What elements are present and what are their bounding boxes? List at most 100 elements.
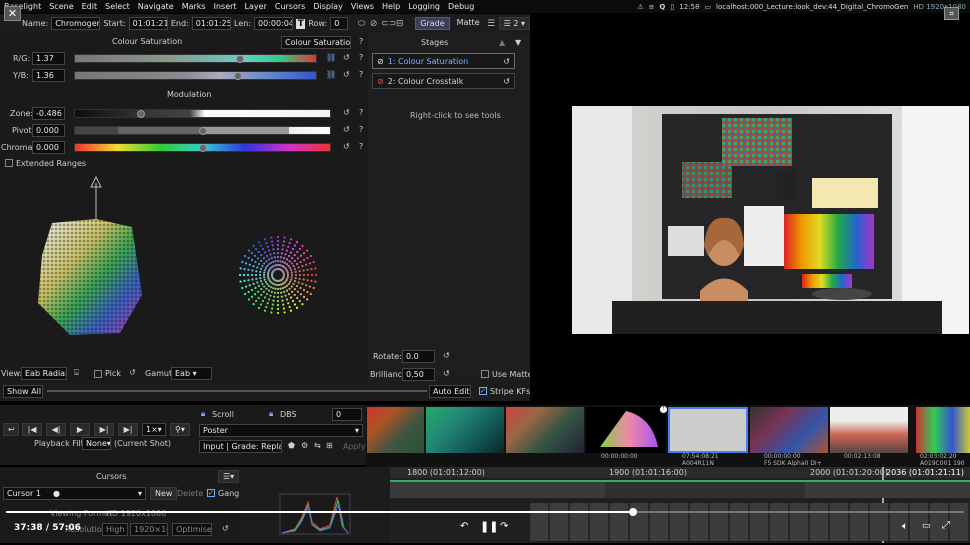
chroma-slider[interactable] [74,143,331,152]
search-icon[interactable]: Q [659,3,665,11]
gamut-dropdown[interactable]: Eab ▾ [171,367,212,380]
step-forward-button[interactable]: ▶| [94,423,114,436]
reset-icon[interactable]: ↺ [343,125,350,134]
operator-dropdown[interactable]: Colour Saturation [281,36,351,49]
thumbnail[interactable] [830,407,908,453]
disable-icon[interactable]: ⊘ [369,19,378,29]
fullscreen-icon[interactable]: ⤢ [942,520,950,531]
reset-icon[interactable]: ↺ [443,351,450,360]
speed-dropdown[interactable]: 1×▾ [142,423,166,436]
name-field[interactable]: Chromogen [51,17,101,30]
show-all-dropdown[interactable]: Show All ▾ [3,385,43,398]
menu-edit[interactable]: Edit [78,2,102,11]
menu-select[interactable]: Select [101,2,134,11]
start-field[interactable]: 01:01:21:10 [128,17,168,30]
menu-marks[interactable]: Marks [178,2,210,11]
use-matte-checkbox[interactable] [481,370,489,378]
forward-icon[interactable]: ↷ [500,521,508,532]
menu-cursors[interactable]: Cursors [271,2,309,11]
view-dropdown[interactable]: Eab Radial ▾ [21,367,67,380]
zone-slider[interactable] [74,109,331,118]
help-icon[interactable]: ? [359,53,363,62]
pivot-slider[interactable] [74,126,331,135]
matte-tab[interactable]: Matte [453,17,484,30]
filter-icon[interactable]: ⇆ [314,441,321,450]
menu-scene[interactable]: Scene [45,2,77,11]
layers-dropdown[interactable]: ☰ 2 ▾ [498,17,531,30]
text-tool-icon[interactable]: T [296,18,306,29]
end-field[interactable]: 01:01:25:22 [191,17,232,30]
rg-slider-thumb[interactable] [236,55,244,63]
lock-icon[interactable]: 🔒︎ [201,409,205,419]
disable-icon[interactable]: ⊘ [377,77,384,86]
stripe-kfs-checkbox[interactable]: ✓ [479,387,487,395]
warning-icon[interactable]: ⚠ [637,3,643,11]
rotate-field[interactable]: 0.0 [402,350,435,363]
playback-filter-dropdown[interactable]: None▾ [82,437,111,450]
poster-dropdown[interactable]: Poster ▾ [199,424,363,437]
menu-views[interactable]: Views [347,2,378,11]
menu-help[interactable]: Help [378,2,404,11]
menu-layer[interactable]: Layer [241,2,271,11]
screenshot-icon[interactable]: ⌺ [74,368,79,378]
menu-debug[interactable]: Debug [444,2,478,11]
yb-field[interactable]: 1.36 [32,69,65,82]
new-cursor-button[interactable]: New [150,487,178,500]
reset-icon[interactable]: ↺ [443,369,450,378]
pivot-slider-thumb[interactable] [199,127,207,135]
help-icon[interactable]: ? [359,142,363,151]
help-icon[interactable]: ? [359,108,363,117]
chroma-slider-thumb[interactable] [199,144,207,152]
play-button[interactable]: ▶ [70,423,90,436]
menu-display[interactable]: Display [309,2,347,11]
stage-down-icon[interactable]: ▼ [515,38,521,47]
reset-icon[interactable]: ↺ [343,108,350,117]
reset-icon[interactable]: ↺ [343,142,350,151]
return-button[interactable]: ↩ [3,423,19,436]
view-scrollbar[interactable] [47,390,427,392]
thumbnail[interactable] [586,407,666,453]
grade-tab[interactable]: Grade [415,17,450,30]
step-back-button[interactable]: ◀| [46,423,66,436]
brilliance-field[interactable]: 0.50 [402,368,435,381]
row-field[interactable]: 0 [330,17,349,30]
jump-end-button[interactable]: ▶| [118,423,138,436]
auto-edit-dropdown[interactable]: Auto Edit ▾ [429,385,471,398]
reset-icon[interactable]: ↺ [503,77,510,86]
reset-icon[interactable]: ↺ [343,53,350,62]
thumbnail[interactable] [426,407,504,453]
video-progress-handle[interactable] [629,508,637,516]
scroll-count-field[interactable]: 0 [332,408,362,421]
stage-item[interactable]: ⊘ 1: Colour Saturation ↺ [372,53,515,69]
link-icon[interactable]: ⛓ [326,70,336,79]
captions-icon[interactable]: ▭ [922,521,931,531]
pick-checkbox[interactable] [94,370,102,378]
thumbnail[interactable] [367,407,424,453]
thumbnail[interactable] [506,407,584,453]
chroma-field[interactable]: 0.000 [32,141,65,154]
help-icon[interactable]: ? [359,37,363,46]
tag-icon[interactable]: ⬟ [288,441,295,450]
menu-logging[interactable]: Logging [404,2,444,11]
extended-ranges-checkbox[interactable] [5,159,13,167]
delete-cursor-button[interactable]: Delete [177,489,203,498]
pivot-field[interactable]: 0.000 [32,124,65,137]
link-icon[interactable]: ⊂⊃ [381,19,396,29]
rewind-icon[interactable]: ↶ [460,521,468,532]
settings-icon[interactable]: ⚙ [301,441,308,450]
volume-icon[interactable]: 🔈︎ [902,521,908,532]
info-icon[interactable]: ! [660,406,667,413]
reset-icon[interactable]: ↺ [129,368,136,377]
loop-options-button[interactable]: ⚲▾ [170,423,190,436]
reset-icon[interactable]: ↺ [503,57,510,66]
yb-slider[interactable] [74,71,317,80]
timeline-clip[interactable] [605,482,805,498]
help-icon[interactable]: ? [359,70,363,79]
menu-navigate[interactable]: Navigate [134,2,178,11]
zone-field[interactable]: -0.486 [32,107,65,120]
viewer-options-icon[interactable]: ⌗ [944,7,959,20]
toggle-icon[interactable]: ⬭ [357,19,366,29]
thumbnail-selected[interactable] [668,407,748,453]
grid-icon[interactable]: ⊞ [326,441,333,450]
help-icon[interactable]: ? [359,125,363,134]
